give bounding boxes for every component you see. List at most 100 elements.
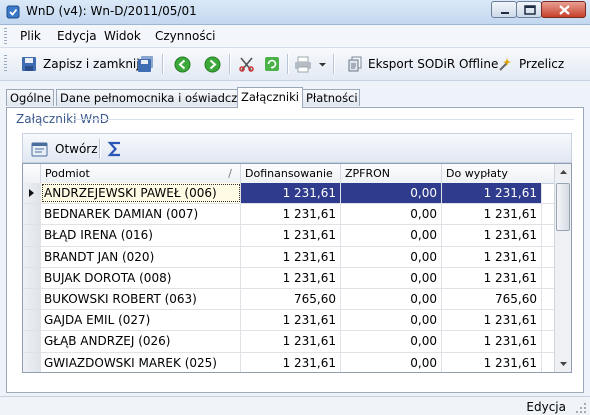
- cell-do-wyplaty[interactable]: 1 231,61: [442, 183, 542, 204]
- tab-dane-pelnomocnika[interactable]: Dane pełnomocnika i oświadczenia: [56, 89, 262, 106]
- table-row[interactable]: ANDRZEJEWSKI PAWEŁ (006) 1 231,61 0,00 1…: [23, 183, 554, 205]
- recalc-button[interactable]: Przelicz: [498, 53, 564, 75]
- cell-dofinansowanie[interactable]: 1 231,61: [241, 246, 341, 267]
- cell-zpfron[interactable]: 0,00: [341, 267, 442, 288]
- cell-do-wyplaty[interactable]: 1 231,61: [442, 352, 542, 372]
- menu-grip: [4, 28, 7, 44]
- cell-zpfron[interactable]: 0,00: [341, 331, 442, 352]
- table-row[interactable]: BUJAK DOROTA (008) 1 231,61 0,00 1 231,6…: [23, 267, 554, 289]
- cell-zpfron[interactable]: 0,00: [341, 183, 442, 204]
- save-close-button[interactable]: Zapisz i zamknij: [21, 53, 140, 75]
- print-button[interactable]: [294, 53, 327, 75]
- close-button[interactable]: [541, 1, 586, 18]
- maximize-button[interactable]: [516, 1, 542, 18]
- toolbar-separator: [229, 54, 231, 74]
- title-bar[interactable]: WnD (v4): Wn-D/2011/05/01: [0, 0, 590, 25]
- cell-podmiot[interactable]: GŁĄB ANDRZEJ (026): [41, 331, 241, 352]
- scroll-up-button[interactable]: [555, 164, 571, 181]
- row-indicator: [23, 225, 41, 246]
- cell-dofinansowanie[interactable]: 1 231,61: [241, 225, 341, 246]
- cell-zpfron[interactable]: 0,00: [341, 225, 442, 246]
- save-button[interactable]: [137, 53, 155, 75]
- cell-podmiot[interactable]: GAJDA EMIL (027): [41, 310, 241, 331]
- resize-grip-icon[interactable]: [575, 402, 587, 414]
- cell-podmiot[interactable]: BUJAK DOROTA (008): [41, 267, 241, 288]
- cell-podmiot[interactable]: BUKOWSKI ROBERT (063): [41, 288, 241, 310]
- forward-button[interactable]: [204, 53, 221, 75]
- cell-podmiot[interactable]: BEDNAREK DAMIAN (007): [41, 204, 241, 225]
- row-indicator: [23, 310, 41, 331]
- cell-podmiot[interactable]: BRANDT JAN (020): [41, 246, 241, 267]
- cell-do-wyplaty[interactable]: 1 231,61: [442, 267, 542, 288]
- cell-podmiot[interactable]: ANDRZEJEWSKI PAWEŁ (006): [41, 183, 241, 204]
- cell-zpfron[interactable]: 0,00: [341, 204, 442, 225]
- row-indicator: [23, 288, 41, 310]
- tab-zalaczniki[interactable]: Załączniki: [237, 87, 303, 108]
- app-window: WnD (v4): Wn-D/2011/05/01 Plik Edycja Wi…: [0, 0, 590, 415]
- sum-button[interactable]: [107, 138, 123, 160]
- save-close-label: Zapisz i zamknij: [43, 57, 140, 71]
- row-indicator: [23, 246, 41, 267]
- tab-platnosci[interactable]: Płatności: [302, 89, 360, 106]
- table-row[interactable]: GWIAZDOWSKI MAREK (025) 1 231,61 0,00 1 …: [23, 352, 554, 372]
- forward-arrow-icon: [204, 56, 221, 72]
- cell-dofinansowanie[interactable]: 1 231,61: [241, 310, 341, 331]
- scroll-down-button[interactable]: [555, 355, 571, 372]
- save-disk-icon: [22, 57, 36, 71]
- export-button[interactable]: Eksport SODiR Offline: [347, 53, 498, 75]
- menu-czynnosci[interactable]: Czynności: [155, 29, 216, 43]
- cell-dofinansowanie[interactable]: 1 231,61: [241, 267, 341, 288]
- cell-do-wyplaty[interactable]: 1 231,61: [442, 204, 542, 225]
- cell-zpfron[interactable]: 0,00: [341, 310, 442, 331]
- cell-do-wyplaty[interactable]: 1 231,61: [442, 331, 542, 352]
- header-zpfron[interactable]: ZPFRON: [341, 164, 442, 183]
- cell-dofinansowanie[interactable]: 1 231,61: [241, 183, 341, 204]
- menu-plik[interactable]: Plik: [20, 29, 41, 43]
- open-button[interactable]: Otwórz: [31, 138, 98, 160]
- export-icon: [348, 56, 362, 72]
- row-indicator: [23, 352, 41, 372]
- cell-dofinansowanie[interactable]: 1 231,61: [241, 331, 341, 352]
- cell-podmiot[interactable]: BŁĄD IRENA (016): [41, 225, 241, 246]
- row-indicator: [23, 267, 41, 288]
- app-icon: [6, 5, 20, 19]
- cell-dofinansowanie[interactable]: 1 231,61: [241, 204, 341, 225]
- cell-dofinansowanie[interactable]: 1 231,61: [241, 352, 341, 372]
- cell-do-wyplaty[interactable]: 1 231,61: [442, 310, 542, 331]
- cell-zpfron[interactable]: 0,00: [341, 246, 442, 267]
- header-podmiot[interactable]: Podmiot /: [41, 164, 241, 183]
- scroll-thumb[interactable]: [556, 183, 570, 231]
- menu-edycja[interactable]: Edycja: [57, 29, 97, 43]
- cell-podmiot[interactable]: GWIAZDOWSKI MAREK (025): [41, 352, 241, 372]
- cell-do-wyplaty[interactable]: 765,60: [442, 288, 542, 310]
- refresh-button[interactable]: [264, 53, 280, 75]
- main-toolbar: Zapisz i zamknij Eksport SODiR Offline P…: [0, 48, 590, 81]
- row-indicator: [23, 204, 41, 225]
- table-row[interactable]: BŁĄD IRENA (016) 1 231,61 0,00 1 231,61: [23, 225, 554, 247]
- cut-button[interactable]: [238, 53, 255, 75]
- open-document-icon: [31, 142, 48, 156]
- table-row[interactable]: GŁĄB ANDRZEJ (026) 1 231,61 0,00 1 231,6…: [23, 331, 554, 353]
- status-mode: Edycja: [526, 400, 566, 414]
- grid-rows: ANDRZEJEWSKI PAWEŁ (006) 1 231,61 0,00 1…: [23, 183, 554, 372]
- recalc-icon: [499, 58, 511, 71]
- recalc-label: Przelicz: [519, 57, 565, 71]
- minimize-button[interactable]: [491, 1, 517, 18]
- vertical-scrollbar[interactable]: [554, 164, 571, 372]
- cell-do-wyplaty[interactable]: 1 231,61: [442, 246, 542, 267]
- save-all-icon: [138, 56, 153, 72]
- status-bar: Edycja: [0, 396, 590, 415]
- tab-ogolne[interactable]: Ogólne: [6, 89, 54, 106]
- cell-zpfron[interactable]: 0,00: [341, 288, 442, 310]
- header-do-wyplaty[interactable]: Do wypłaty: [442, 164, 554, 183]
- back-button[interactable]: [174, 53, 191, 75]
- header-dofinansowanie[interactable]: Dofinansowanie: [241, 164, 341, 183]
- table-row[interactable]: BUKOWSKI ROBERT (063) 765,60 0,00 765,60: [23, 288, 554, 311]
- cell-dofinansowanie[interactable]: 765,60: [241, 288, 341, 310]
- menu-widok[interactable]: Widok: [104, 29, 141, 43]
- cell-do-wyplaty[interactable]: 1 231,61: [442, 225, 542, 246]
- table-row[interactable]: BEDNAREK DAMIAN (007) 1 231,61 0,00 1 23…: [23, 204, 554, 226]
- cell-zpfron[interactable]: 0,00: [341, 352, 442, 372]
- table-row[interactable]: GAJDA EMIL (027) 1 231,61 0,00 1 231,61: [23, 310, 554, 332]
- table-row[interactable]: BRANDT JAN (020) 1 231,61 0,00 1 231,61: [23, 246, 554, 268]
